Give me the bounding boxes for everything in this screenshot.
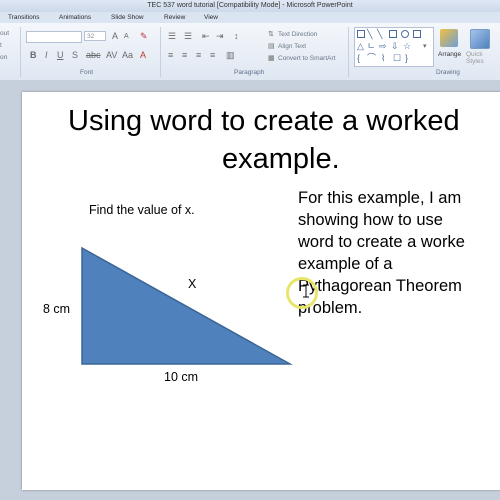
bracket-shape-icon[interactable]: } [405,53,408,63]
grow-font-icon[interactable]: A [112,31,118,41]
align-text-button[interactable]: Align Text [278,43,306,50]
align-text-icon: ▤ [268,43,275,50]
font-size-box[interactable]: 32 [84,31,106,41]
slide-title-line-1[interactable]: Using word to create a worked [68,103,460,139]
font-color-icon[interactable]: A [140,50,146,60]
drawing-group-label: Drawing [436,69,460,76]
title-bar: TEC 537 word tutorial [Compatibility Mod… [0,0,500,12]
problem-prompt[interactable]: Find the value of x. [89,203,195,217]
clear-formatting-icon[interactable]: ✎ [140,31,148,41]
align-right-icon[interactable]: ≡ [196,50,201,60]
decrease-indent-icon[interactable]: ⇤ [202,31,210,41]
text-direction-icon: ⇅ [268,31,274,38]
smartart-icon: ▦ [268,55,275,62]
tab-review[interactable]: Review [164,12,185,23]
left-side-label[interactable]: 8 cm [43,302,70,316]
shapes-gallery[interactable]: ╲ ╲ △ ㄴ ⇨ ⇩ ☆ { ⌒ ⌇ ☐ } ▾ [354,27,434,67]
explanation-textbox[interactable]: For this example, I am showing how to us… [298,187,465,319]
triangle-graphic[interactable] [77,242,293,367]
ribbon-separator [160,27,161,77]
underline-icon[interactable]: U [57,50,64,60]
arrange-button[interactable]: Arrange [438,51,461,58]
ribbon-separator [348,27,349,77]
right-arrow-shape-icon[interactable]: ⇨ [379,41,387,51]
window-title: TEC 537 word tutorial [Compatibility Mod… [147,2,353,9]
ribbon: out t on 32 A A ✎ B I U S abc AV Aa A Fo… [0,23,500,81]
numbering-icon[interactable]: ☰ [184,31,192,41]
shrink-font-icon[interactable]: A [124,32,129,42]
down-arrow-shape-icon[interactable]: ⇩ [391,41,399,51]
curve-shape-icon[interactable]: ⌒ [367,53,376,63]
character-spacing-icon[interactable]: AV [106,50,117,60]
paragraph-group-label: Paragraph [234,69,265,76]
explanation-line: word to create a worke [298,233,465,251]
textbox-shape-icon[interactable] [357,30,365,38]
quick-styles-icon[interactable] [470,29,490,49]
shadow-icon[interactable]: S [72,50,78,60]
text-cursor-icon [303,284,309,298]
bottom-side-label[interactable]: 10 cm [164,370,198,384]
change-case-icon[interactable]: Aa [122,50,133,60]
elbow-connector-icon[interactable]: ㄴ [367,41,375,51]
layout-button[interactable]: out [0,30,9,37]
italic-icon[interactable]: I [45,50,48,60]
line-shape-icon[interactable]: ╲ [367,29,372,39]
more-shapes-icon[interactable]: ▾ [423,42,427,52]
arrow-shape-icon[interactable]: ╲ [377,29,382,39]
callout-shape-icon[interactable]: ☐ [393,53,401,63]
slide-canvas[interactable]: Using word to create a worked example. F… [22,92,500,490]
freeform-shape-icon[interactable]: ⌇ [381,53,385,63]
ribbon-separator [20,27,21,77]
tab-slide-show[interactable]: Slide Show [111,12,144,23]
explanation-line: example of a [298,255,393,273]
hypotenuse-label[interactable]: X [188,277,196,291]
bold-icon[interactable]: B [30,50,37,60]
bullets-icon[interactable]: ☰ [168,31,176,41]
font-group-label: Font [80,69,94,76]
ribbon-tabs: Transitions Animations Slide Show Review… [0,12,500,23]
increase-indent-icon[interactable]: ⇥ [216,31,224,41]
explanation-line: For this example, I am [298,189,462,207]
triangle-shape-icon[interactable]: △ [357,41,364,51]
tab-view[interactable]: View [204,12,218,23]
justify-icon[interactable]: ≡ [210,50,215,60]
workspace-margin [0,80,500,92]
line-spacing-icon[interactable]: ↕ [234,31,239,41]
font-name-box[interactable] [26,31,82,43]
quick-styles-button[interactable]: Quick Styles [466,51,500,65]
brace-shape-icon[interactable]: { [357,53,360,63]
align-left-icon[interactable]: ≡ [168,50,173,60]
star-shape-icon[interactable]: ☆ [403,41,411,51]
rectangle-shape-icon[interactable] [389,30,397,38]
align-center-icon[interactable]: ≡ [182,50,187,60]
rounded-rect-shape-icon[interactable] [413,30,421,38]
right-triangle-shape[interactable] [81,246,293,365]
arrange-icon[interactable] [440,29,458,47]
tab-transitions[interactable]: Transitions [8,12,40,23]
columns-icon[interactable]: ▥ [226,50,235,60]
reset-button[interactable]: t [0,42,2,49]
convert-to-smartart-button[interactable]: Convert to SmartArt [278,55,335,62]
strikethrough-icon[interactable]: abc [86,50,101,60]
tab-animations[interactable]: Animations [59,12,91,23]
text-direction-button[interactable]: Text Direction [278,31,317,38]
explanation-line: showing how to use [298,211,443,229]
section-button[interactable]: on [0,54,7,61]
explanation-line: Pythagorean Theorem [298,277,462,295]
explanation-line: problem. [298,299,363,317]
oval-shape-icon[interactable] [401,30,409,38]
slide-title-line-2[interactable]: example. [222,141,340,177]
